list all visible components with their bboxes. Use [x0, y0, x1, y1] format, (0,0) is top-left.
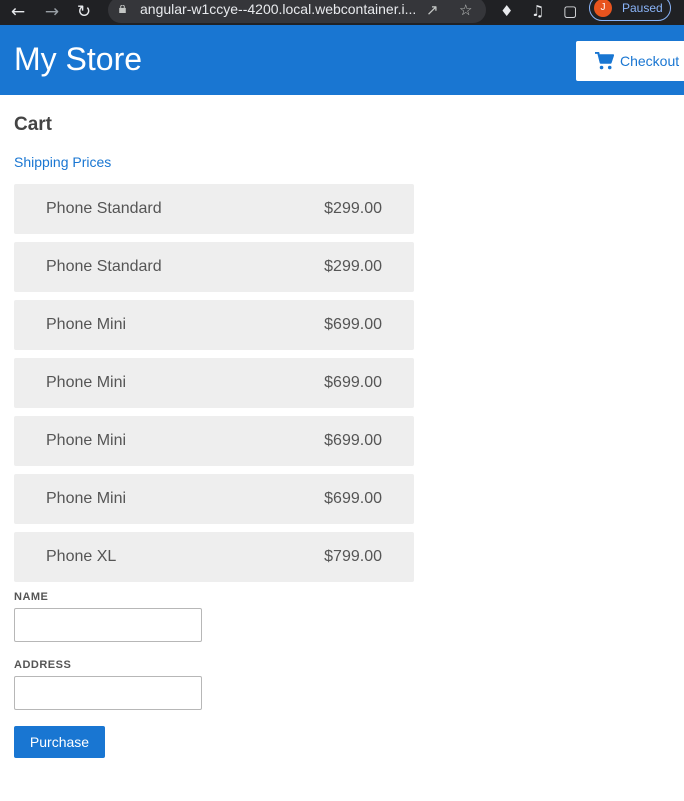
item-name: Phone Standard: [46, 200, 162, 217]
avatar: J: [594, 0, 612, 17]
back-arrow-icon[interactable]: ←: [8, 2, 28, 22]
item-name: Phone Mini: [46, 490, 127, 507]
address-bar[interactable]: angular-w1ccye--4200.local.webcontainer.…: [108, 0, 486, 23]
shipping-prices-link[interactable]: Shipping Prices: [14, 154, 111, 170]
browser-toolbar: ← → ↻ angular-w1ccye--4200.local.webcont…: [0, 0, 684, 25]
name-label: NAME: [14, 591, 49, 603]
share-icon[interactable]: ↗: [426, 1, 439, 19]
address-label: ADDRESS: [14, 659, 72, 671]
side-panel-icon[interactable]: ▢: [563, 2, 577, 20]
item-name: Phone Mini: [46, 432, 127, 449]
item-price: $299.00: [324, 258, 382, 275]
profile-button[interactable]: J Paused: [589, 0, 671, 21]
list-item: Phone Mini $699.00: [14, 416, 414, 466]
item-price: $699.00: [324, 374, 382, 391]
url-text: angular-w1ccye--4200.local.webcontainer.…: [140, 1, 417, 17]
forward-arrow-icon[interactable]: →: [42, 2, 62, 22]
item-price: $299.00: [324, 200, 382, 217]
list-item: Phone XL $799.00: [14, 532, 414, 582]
checkout-label: Checkout: [620, 53, 680, 69]
page-title: Cart: [14, 114, 53, 135]
item-price: $699.00: [324, 316, 382, 333]
shopping-cart-icon: [595, 52, 614, 70]
list-item: Phone Standard $299.00: [14, 184, 414, 234]
item-price: $699.00: [324, 490, 382, 507]
lock-icon: [119, 5, 126, 13]
reload-icon[interactable]: ↻: [74, 2, 94, 22]
list-item: Phone Mini $699.00: [14, 300, 414, 350]
list-item: Phone Standard $299.00: [14, 242, 414, 292]
bookmark-star-icon[interactable]: ☆: [459, 1, 472, 19]
list-item: Phone Mini $699.00: [14, 474, 414, 524]
list-item: Phone Mini $699.00: [14, 358, 414, 408]
item-name: Phone Standard: [46, 258, 162, 275]
app-title[interactable]: My Store: [14, 41, 142, 78]
checkout-button[interactable]: Checkout: [576, 41, 684, 81]
media-controls-icon[interactable]: ♫: [531, 2, 544, 20]
extensions-puzzle-icon[interactable]: ♦: [500, 2, 513, 20]
item-name: Phone XL: [46, 548, 117, 565]
item-name: Phone Mini: [46, 374, 127, 391]
item-price: $699.00: [324, 432, 382, 449]
app-top-bar: My Store Checkout: [0, 25, 684, 95]
item-name: Phone Mini: [46, 316, 127, 333]
cart-item-list: Phone Standard $299.00 Phone Standard $299.…: [14, 184, 414, 590]
purchase-button[interactable]: Purchase: [14, 726, 105, 758]
item-price: $799.00: [324, 548, 382, 565]
address-field[interactable]: [14, 676, 202, 710]
name-field[interactable]: [14, 608, 202, 642]
profile-status: Paused: [622, 1, 663, 15]
